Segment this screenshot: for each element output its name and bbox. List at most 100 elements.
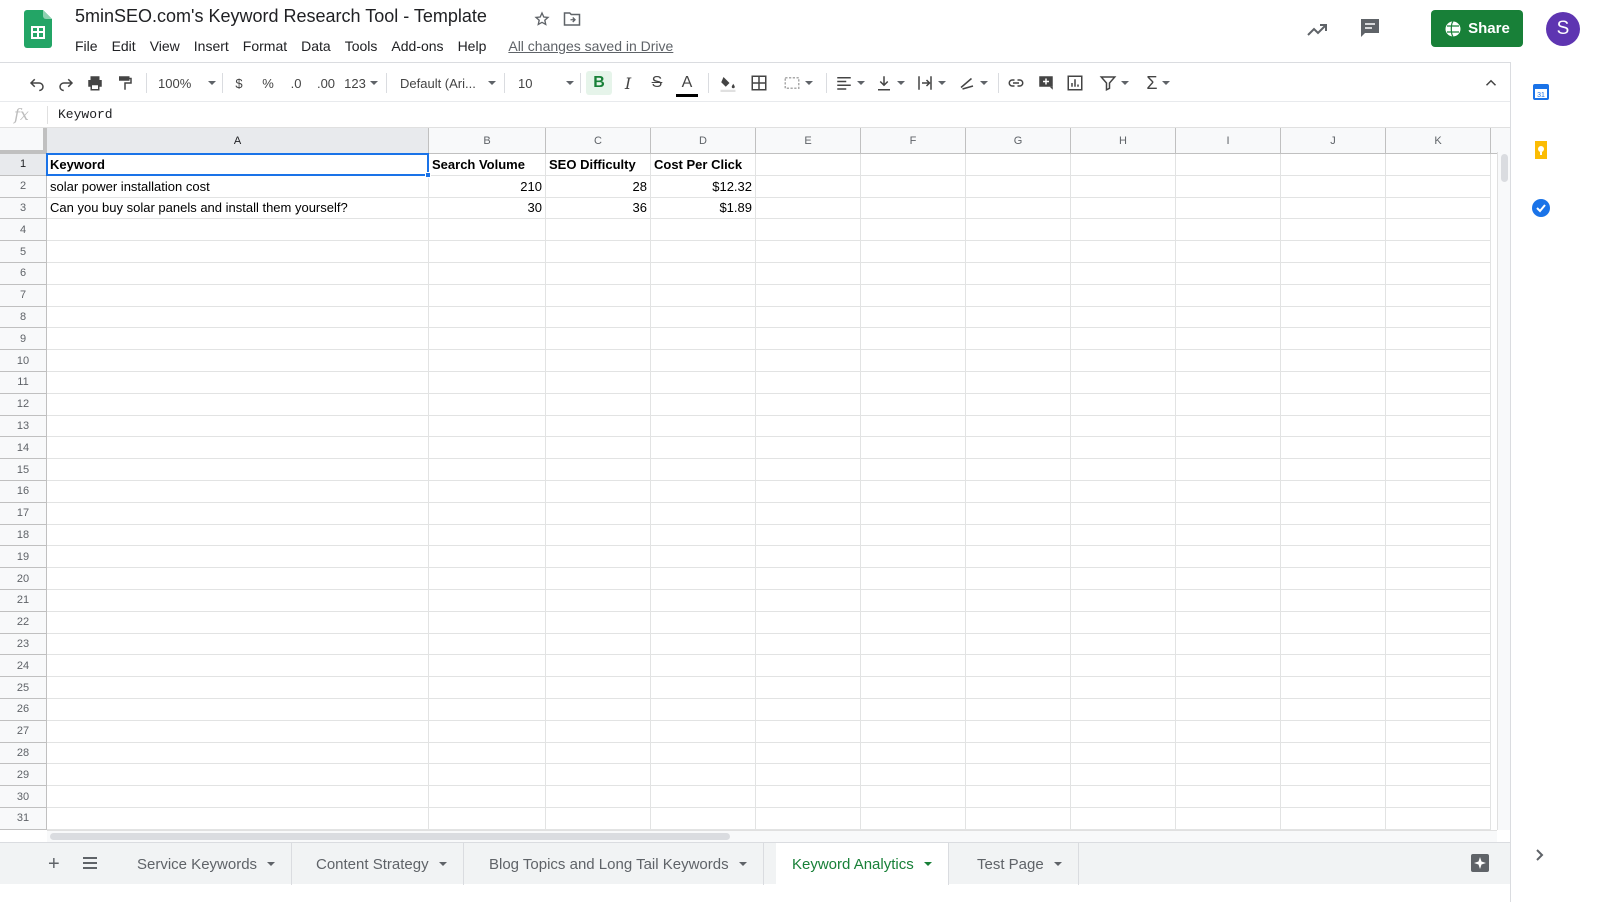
cell-i15[interactable] bbox=[1176, 459, 1281, 481]
cell-g22[interactable] bbox=[966, 611, 1071, 634]
cell-k18[interactable] bbox=[1386, 524, 1491, 547]
cell-c29[interactable] bbox=[546, 764, 651, 787]
cell-k21[interactable] bbox=[1386, 590, 1491, 612]
cell-c26[interactable] bbox=[546, 699, 651, 721]
cell-c17[interactable] bbox=[546, 502, 651, 525]
cell-a25[interactable] bbox=[47, 677, 429, 699]
cell-j3[interactable] bbox=[1281, 197, 1386, 220]
cell-d14[interactable] bbox=[651, 437, 756, 460]
cell-c13[interactable] bbox=[546, 415, 651, 438]
cell-d19[interactable] bbox=[651, 546, 756, 569]
cell-f5[interactable] bbox=[861, 241, 966, 263]
cell-a10[interactable] bbox=[47, 350, 429, 372]
cell-c24[interactable] bbox=[546, 655, 651, 678]
cell-j1[interactable] bbox=[1281, 154, 1386, 176]
cell-h23[interactable] bbox=[1071, 633, 1176, 656]
cell-d12[interactable] bbox=[651, 393, 756, 416]
cell-a31[interactable] bbox=[47, 808, 429, 830]
cell-g7[interactable] bbox=[966, 284, 1071, 307]
cell-f7[interactable] bbox=[861, 284, 966, 307]
cell-e11[interactable] bbox=[756, 372, 861, 394]
cell-e22[interactable] bbox=[756, 611, 861, 634]
row-header-19[interactable]: 19 bbox=[0, 546, 47, 569]
cell-e6[interactable] bbox=[756, 263, 861, 285]
sheet-tab-blog-topics[interactable]: Blog Topics and Long Tail Keywords bbox=[473, 843, 764, 885]
cell-j12[interactable] bbox=[1281, 393, 1386, 416]
cell-k29[interactable] bbox=[1386, 764, 1491, 787]
cell-k28[interactable] bbox=[1386, 742, 1491, 765]
cell-k24[interactable] bbox=[1386, 655, 1491, 678]
cell-g29[interactable] bbox=[966, 764, 1071, 787]
cell-f30[interactable] bbox=[861, 786, 966, 808]
column-header-f[interactable]: F bbox=[861, 128, 966, 154]
cell-j24[interactable] bbox=[1281, 655, 1386, 678]
cell-e29[interactable] bbox=[756, 764, 861, 787]
cell-b6[interactable] bbox=[429, 263, 546, 285]
cell-f14[interactable] bbox=[861, 437, 966, 460]
column-header-e[interactable]: E bbox=[756, 128, 861, 154]
cell-j22[interactable] bbox=[1281, 611, 1386, 634]
row-header-23[interactable]: 23 bbox=[0, 633, 47, 656]
cell-k20[interactable] bbox=[1386, 568, 1491, 590]
font-size-select[interactable]: 10 bbox=[518, 71, 574, 95]
document-title[interactable]: 5minSEO.com's Keyword Research Tool - Te… bbox=[75, 6, 487, 27]
cell-j29[interactable] bbox=[1281, 764, 1386, 787]
menu-tools[interactable]: Tools bbox=[338, 36, 385, 56]
column-header-a[interactable]: A bbox=[47, 128, 429, 154]
cell-d21[interactable] bbox=[651, 590, 756, 612]
cell-k9[interactable] bbox=[1386, 328, 1491, 351]
column-header-b[interactable]: B bbox=[429, 128, 546, 154]
cell-j14[interactable] bbox=[1281, 437, 1386, 460]
cell-d16[interactable] bbox=[651, 481, 756, 503]
cell-d29[interactable] bbox=[651, 764, 756, 787]
cell-c1[interactable]: SEO Difficulty bbox=[546, 154, 651, 176]
cell-i26[interactable] bbox=[1176, 699, 1281, 721]
row-header-12[interactable]: 12 bbox=[0, 393, 47, 416]
cell-h10[interactable] bbox=[1071, 350, 1176, 372]
cell-b2[interactable]: 210 bbox=[429, 175, 546, 198]
cell-h15[interactable] bbox=[1071, 459, 1176, 481]
cell-i30[interactable] bbox=[1176, 786, 1281, 808]
cell-h25[interactable] bbox=[1071, 677, 1176, 699]
cell-e18[interactable] bbox=[756, 524, 861, 547]
cell-g9[interactable] bbox=[966, 328, 1071, 351]
cell-a3[interactable]: Can you buy solar panels and install the… bbox=[47, 197, 429, 220]
cell-g27[interactable] bbox=[966, 720, 1071, 743]
cell-c30[interactable] bbox=[546, 786, 651, 808]
cell-a8[interactable] bbox=[47, 306, 429, 329]
cell-i12[interactable] bbox=[1176, 393, 1281, 416]
row-header-21[interactable]: 21 bbox=[0, 590, 47, 612]
all-sheets-icon[interactable] bbox=[82, 855, 98, 871]
cell-i20[interactable] bbox=[1176, 568, 1281, 590]
comment-history-icon[interactable] bbox=[1358, 16, 1382, 40]
cell-b30[interactable] bbox=[429, 786, 546, 808]
cell-f18[interactable] bbox=[861, 524, 966, 547]
cell-g11[interactable] bbox=[966, 372, 1071, 394]
cell-a2[interactable]: solar power installation cost bbox=[47, 175, 429, 198]
cell-f27[interactable] bbox=[861, 720, 966, 743]
cell-j11[interactable] bbox=[1281, 372, 1386, 394]
column-header-g[interactable]: G bbox=[966, 128, 1071, 154]
vertical-scrollbar[interactable] bbox=[1497, 152, 1510, 830]
cell-a4[interactable] bbox=[47, 219, 429, 242]
cell-k6[interactable] bbox=[1386, 263, 1491, 285]
cell-c15[interactable] bbox=[546, 459, 651, 481]
cell-e5[interactable] bbox=[756, 241, 861, 263]
account-avatar[interactable]: S bbox=[1546, 12, 1580, 46]
cell-b10[interactable] bbox=[429, 350, 546, 372]
cell-b28[interactable] bbox=[429, 742, 546, 765]
row-header-14[interactable]: 14 bbox=[0, 437, 47, 460]
cell-a28[interactable] bbox=[47, 742, 429, 765]
row-header-3[interactable]: 3 bbox=[0, 197, 47, 220]
cell-g2[interactable] bbox=[966, 175, 1071, 198]
cell-f21[interactable] bbox=[861, 590, 966, 612]
cell-k30[interactable] bbox=[1386, 786, 1491, 808]
keep-icon[interactable] bbox=[1531, 140, 1551, 160]
cell-d13[interactable] bbox=[651, 415, 756, 438]
cell-h13[interactable] bbox=[1071, 415, 1176, 438]
cell-h12[interactable] bbox=[1071, 393, 1176, 416]
row-header-15[interactable]: 15 bbox=[0, 459, 47, 481]
cell-d26[interactable] bbox=[651, 699, 756, 721]
cell-g21[interactable] bbox=[966, 590, 1071, 612]
cell-a12[interactable] bbox=[47, 393, 429, 416]
